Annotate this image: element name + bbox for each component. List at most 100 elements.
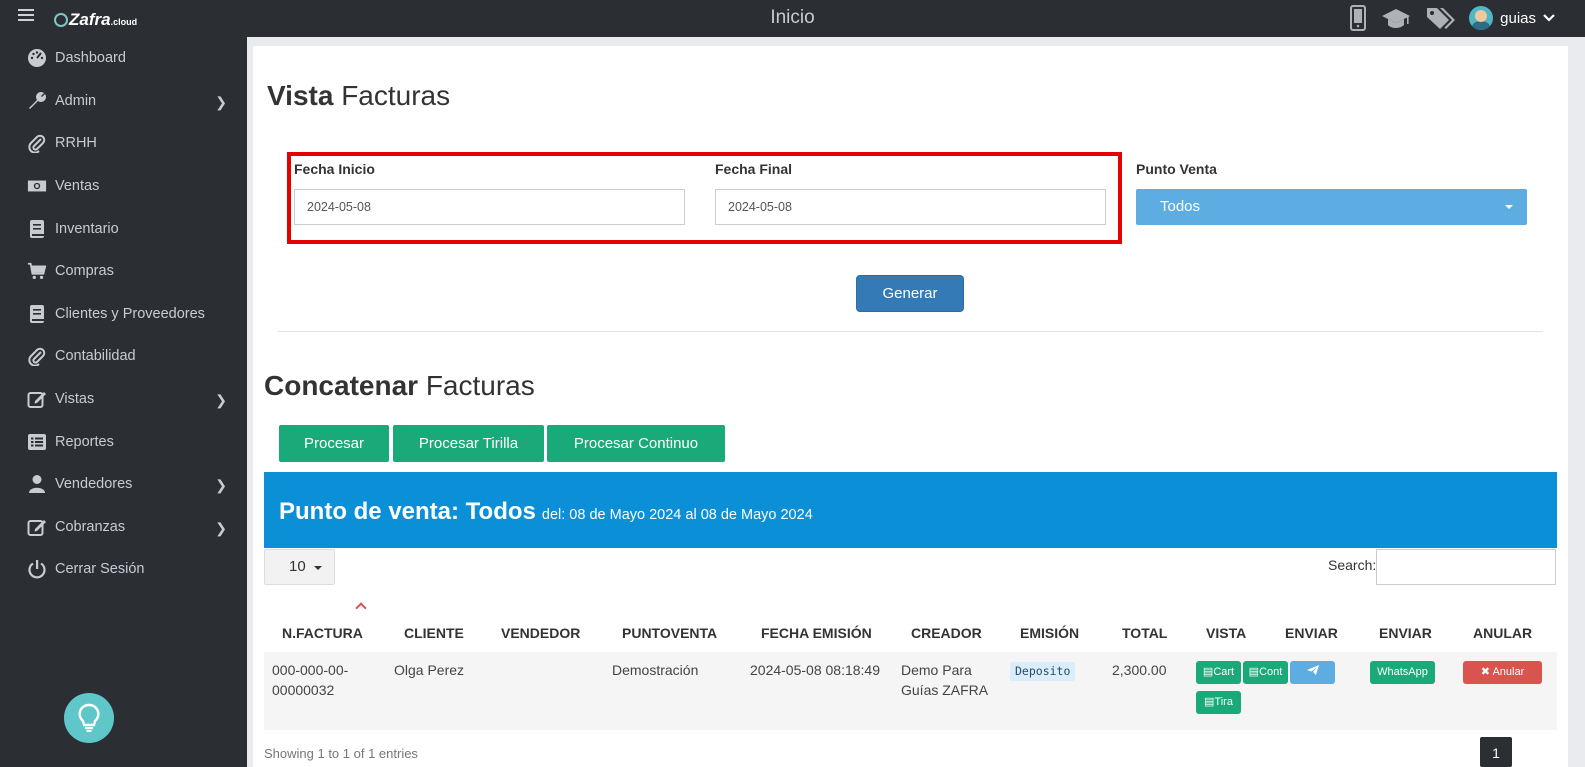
cart-label: Cart — [1213, 666, 1235, 678]
money-icon — [27, 176, 47, 196]
sidebar-item-label: Ventas — [55, 178, 100, 195]
column-header-enviar[interactable]: ENVIAR — [1285, 625, 1338, 641]
top-icons: guias — [1349, 5, 1555, 31]
caret-down-icon — [314, 566, 322, 570]
procesar-button[interactable]: Procesar — [279, 425, 389, 462]
search-input[interactable] — [1376, 549, 1556, 585]
sidebar-item-ventas[interactable]: Ventas — [0, 165, 247, 208]
edit-icon — [27, 517, 47, 537]
menu-icon[interactable] — [18, 9, 34, 23]
user-icon — [27, 474, 47, 494]
procesar-continuo-button[interactable]: Procesar Continuo — [547, 425, 725, 462]
chevron-right-icon: ❯ — [215, 476, 227, 493]
chevron-right-icon: ❯ — [215, 391, 227, 408]
column-header-emision[interactable]: EMISIÓN — [1020, 625, 1079, 641]
logo-ring-icon — [54, 13, 68, 27]
file-icon: ▤ — [1248, 666, 1260, 678]
chevron-right-icon: ❯ — [215, 93, 227, 110]
list-icon — [27, 432, 47, 452]
tags-icon[interactable] — [1425, 5, 1456, 31]
column-header-cliente[interactable]: CLIENTE — [404, 625, 464, 641]
sidebar-item-cobranzas[interactable]: Cobranzas ❯ — [0, 506, 247, 549]
anular-button[interactable]: ✖ Anular — [1463, 661, 1542, 684]
sidebar-item-vendedores[interactable]: Vendedores ❯ — [0, 463, 247, 506]
sidebar-item-label: Compras — [55, 263, 114, 280]
vista-cont-button[interactable]: ▤Cont — [1243, 661, 1288, 684]
factura-line1: 000-000-00- — [272, 662, 349, 678]
table-info: Showing 1 to 1 of 1 entries — [264, 746, 418, 761]
report-banner: Punto de venta: Todos del: 08 de Mayo 202… — [264, 472, 1557, 548]
logo-suffix: .cloud — [110, 17, 138, 27]
edit-icon — [27, 389, 47, 409]
sidebar-item-rrhh[interactable]: RRHH — [0, 122, 247, 165]
username: guias — [1500, 9, 1536, 27]
mobile-icon[interactable] — [1349, 5, 1367, 31]
column-header-vista[interactable]: VISTA — [1206, 625, 1246, 641]
sidebar-item-contabilidad[interactable]: Contabilidad — [0, 335, 247, 378]
creador-line2: Guías ZAFRA — [901, 682, 989, 698]
cell-fecha-emision: 2024-05-08 08:18:49 — [750, 662, 880, 678]
logo[interactable]: Zafra.cloud — [54, 10, 137, 30]
user-menu[interactable]: guias — [1469, 6, 1555, 30]
page-title: Inicio — [770, 7, 815, 28]
column-header-total[interactable]: TOTAL — [1122, 625, 1167, 641]
generar-button[interactable]: Generar — [856, 275, 964, 312]
procesar-tirilla-button[interactable]: Procesar Tirilla — [393, 425, 544, 462]
fecha-final-input[interactable]: 2024-05-08 — [715, 189, 1106, 225]
title-bold: Vista — [267, 80, 334, 111]
sidebar-item-label: Dashboard — [55, 50, 126, 67]
sidebar-item-label: Admin — [55, 92, 97, 109]
vista-cart-button[interactable]: ▤Cart — [1196, 661, 1241, 684]
column-header-vendedor[interactable]: VENDEDOR — [501, 625, 580, 641]
cell-factura: 000-000-00- 00000032 — [272, 660, 348, 700]
chevron-right-icon: ❯ — [215, 519, 227, 536]
sidebar-item-admin[interactable]: Admin ❯ — [0, 80, 247, 123]
book-icon — [27, 219, 47, 239]
factura-line2: 00000032 — [272, 682, 335, 698]
divider — [278, 331, 1543, 332]
paper-plane-icon — [1306, 665, 1320, 678]
cont-label: Cont — [1259, 666, 1283, 678]
cell-creador: Demo Para Guías ZAFRA — [901, 660, 988, 700]
sidebar-item-reportes[interactable]: Reportes — [0, 420, 247, 463]
avatar — [1469, 6, 1494, 30]
logo-text: Zafra — [69, 10, 111, 29]
paperclip-icon — [27, 346, 47, 367]
banner-title-text: Punto de venta: Todos — [279, 498, 536, 525]
punto-venta-select[interactable]: Todos — [1136, 189, 1527, 225]
column-header-anular[interactable]: ANULAR — [1473, 625, 1532, 641]
sidebar-item-label: Cerrar Sesión — [55, 561, 145, 578]
pagination-current-page[interactable]: 1 — [1480, 737, 1512, 767]
page-length-select[interactable]: 10 — [264, 549, 335, 585]
send-telegram-button[interactable] — [1290, 661, 1335, 684]
sidebar-item-vistas[interactable]: Vistas ❯ — [0, 378, 247, 421]
page-length-value: 10 — [289, 558, 306, 575]
whatsapp-button[interactable]: WhatsApp — [1370, 661, 1435, 684]
column-header-creador[interactable]: CREADOR — [911, 625, 982, 641]
sidebar-item-label: Reportes — [55, 433, 114, 450]
sidebar-item-inventario[interactable]: Inventario — [0, 207, 247, 250]
fecha-inicio-input[interactable]: 2024-05-08 — [294, 189, 685, 225]
column-header-puntoventa[interactable]: PUNTOVENTA — [622, 625, 717, 641]
vista-tira-button[interactable]: ▤Tira — [1196, 691, 1241, 714]
sidebar-item-cerrar-sesion[interactable]: Cerrar Sesión — [0, 548, 247, 591]
file-icon: ▤ — [1204, 696, 1215, 708]
vista-facturas-title: Vista Facturas — [267, 80, 450, 112]
column-header-factura[interactable]: N.FACTURA — [282, 625, 363, 641]
sidebar-item-clientes-proveedores[interactable]: Clientes y Proveedores — [0, 293, 247, 336]
graduation-cap-icon[interactable] — [1381, 6, 1411, 30]
cell-total: 2,300.00 — [1112, 662, 1167, 678]
file-icon: ▤ — [1202, 666, 1214, 678]
sidebar-item-label: Inventario — [55, 220, 119, 237]
chevron-down-icon — [1543, 13, 1555, 23]
lightbulb-icon[interactable] — [64, 693, 114, 743]
sidebar-item-label: Contabilidad — [55, 348, 136, 365]
sidebar-item-compras[interactable]: Compras — [0, 250, 247, 293]
sidebar: Dashboard Admin ❯ RRHH Ventas Inventario… — [0, 37, 247, 767]
column-header-fecha-emision[interactable]: FECHA EMISIÓN — [761, 625, 872, 641]
emision-badge: Deposito — [1010, 662, 1076, 681]
book-icon — [27, 304, 47, 324]
column-header-enviar-whatsapp[interactable]: ENVIAR — [1379, 625, 1432, 641]
sort-asc-icon[interactable] — [355, 602, 367, 614]
sidebar-item-dashboard[interactable]: Dashboard — [0, 37, 247, 80]
